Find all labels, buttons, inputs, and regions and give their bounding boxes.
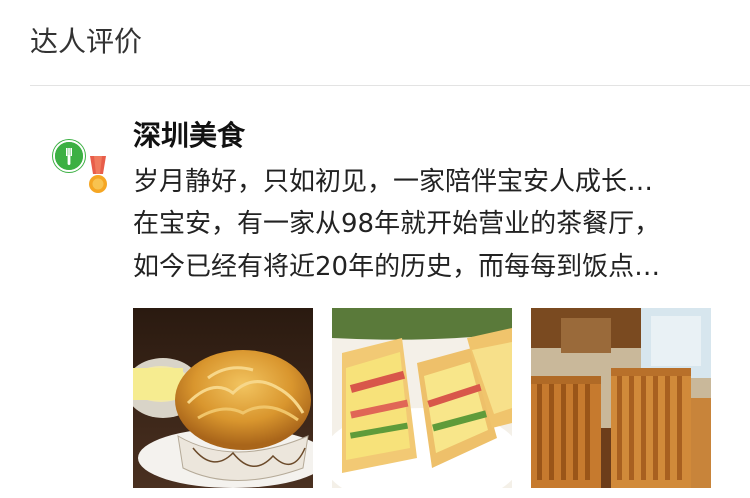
author-name[interactable]: 深圳美食 — [133, 116, 245, 156]
review-text-line: 在宝安，有一家从98年就开始营业的茶餐厅， — [133, 209, 661, 239]
sandwich-photo[interactable] — [332, 308, 512, 488]
section-title: 达人评价 — [30, 25, 143, 58]
pineapple-bun-photo[interactable] — [133, 308, 313, 488]
review-text-line: 如今已经有将近20年的历史，而每每到饭点… — [133, 252, 661, 282]
restaurant-chairs-photo[interactable] — [531, 308, 711, 488]
review-card[interactable]: 深圳美食 岁月静好，只如初见，一家陪伴宝安人成长… 在宝安，有一家从98年就开始… — [0, 86, 750, 498]
section-header: 达人评价 — [0, 0, 750, 86]
medal-icon — [86, 156, 110, 196]
fork-knife-icon[interactable] — [53, 140, 85, 172]
review-text-line: 岁月静好，只如初见，一家陪伴宝安人成长… — [133, 167, 654, 197]
